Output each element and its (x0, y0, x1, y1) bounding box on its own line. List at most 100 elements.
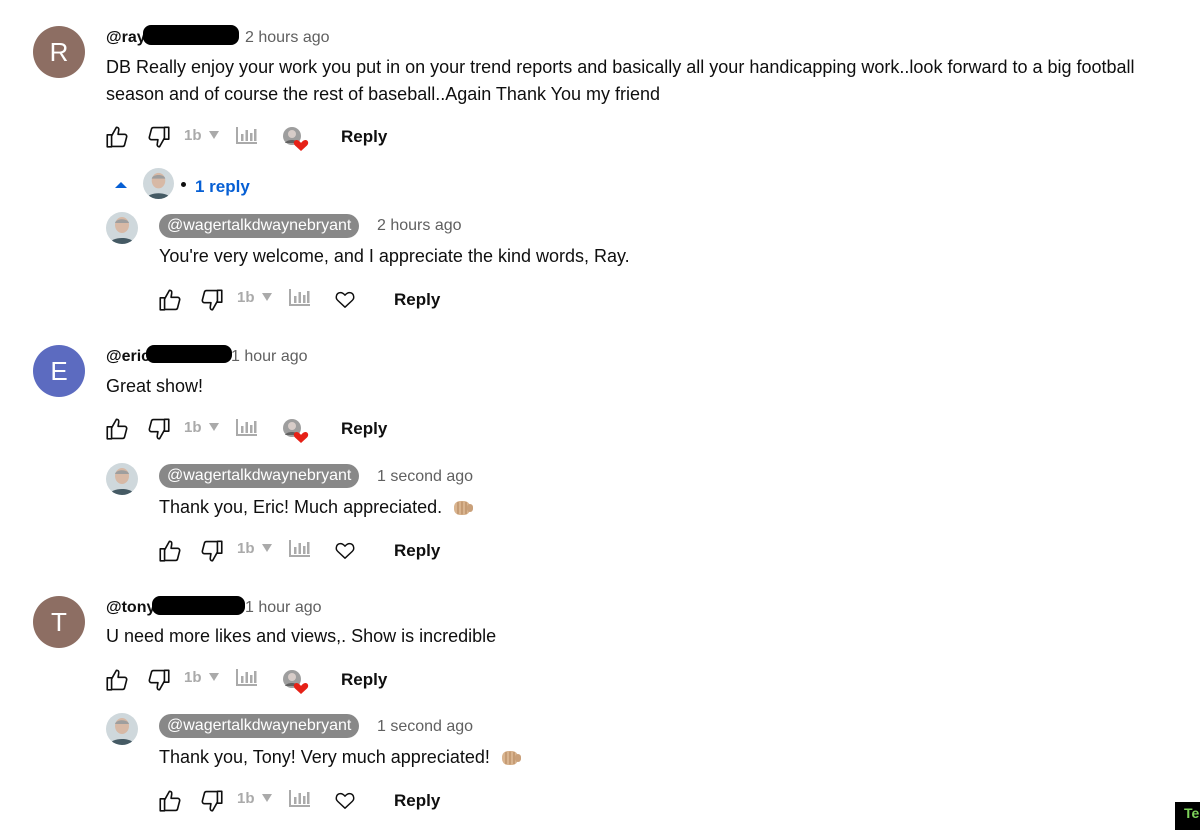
reply-button[interactable]: Reply (341, 127, 387, 147)
thumbs-up-icon (106, 126, 128, 148)
reply-like-button[interactable] (157, 287, 183, 313)
reply-heart-button[interactable] (334, 289, 356, 309)
comment-time[interactable]: 1 hour ago (231, 348, 308, 366)
comment-time[interactable]: 2 hours ago (245, 29, 330, 47)
reply-time[interactable]: 1 second ago (377, 468, 473, 486)
reply-reply-button[interactable]: Reply (394, 791, 440, 811)
comment-time[interactable]: 1 hour ago (245, 599, 322, 617)
tubebuddy-button[interactable]: 1b (184, 418, 224, 436)
svg-text:1b: 1b (184, 419, 202, 436)
reply-dislike-button[interactable] (199, 287, 225, 313)
analytics-icon (289, 289, 310, 306)
creator-heart[interactable] (282, 669, 310, 695)
replies-toggle[interactable]: 1 reply (195, 177, 250, 197)
avatar-eric[interactable]: E (33, 345, 85, 397)
creator-handle-chip[interactable]: @wagertalkdwaynebryant (159, 714, 360, 738)
like-button[interactable] (104, 124, 130, 150)
creator-heart[interactable] (282, 126, 310, 152)
analytics-button[interactable] (235, 125, 259, 145)
comment-handle[interactable]: @eric (106, 348, 150, 366)
svg-text:1b: 1b (237, 289, 255, 306)
dislike-button[interactable] (146, 416, 172, 442)
avatar-tony[interactable]: T (33, 596, 85, 648)
analytics-button[interactable] (235, 417, 259, 437)
thumbs-down-icon (201, 540, 223, 562)
svg-text:1b: 1b (184, 669, 202, 686)
reply-avatar[interactable] (106, 713, 138, 745)
reply-button[interactable]: Reply (341, 670, 387, 690)
fist-bump-emoji (501, 751, 521, 766)
reply-reply-button[interactable]: Reply (394, 290, 440, 310)
reply-text-row: Thank you, Eric! Much appreciated. (159, 494, 474, 521)
tubebuddy-icon: 1b (184, 669, 219, 686)
comment-handle[interactable]: @tony (106, 599, 155, 617)
redaction-mark (143, 25, 239, 45)
avatar-ray[interactable]: R (33, 26, 85, 78)
like-button[interactable] (104, 416, 130, 442)
comment-text-line-1: U need more likes and views,. Show is in… (106, 626, 497, 646)
corner-badge[interactable]: Te (1175, 802, 1200, 830)
analytics-icon (289, 790, 310, 807)
tubebuddy-icon: 1b (237, 790, 272, 807)
thumbs-up-icon (159, 540, 181, 562)
creator-heart-icon (283, 419, 309, 443)
reply-avatar[interactable] (106, 463, 138, 495)
reply-tubebuddy-button[interactable]: 1b (237, 789, 277, 807)
thumbs-up-icon (106, 669, 128, 691)
analytics-icon (236, 669, 257, 686)
heart-outline-icon (335, 792, 355, 809)
tubebuddy-icon: 1b (237, 289, 272, 306)
comment-text-line-1: Great show! (106, 376, 204, 396)
tubebuddy-icon: 1b (237, 540, 272, 557)
reply-like-button[interactable] (157, 538, 183, 564)
reply-tubebuddy-button[interactable]: 1b (237, 539, 277, 557)
analytics-button[interactable] (235, 667, 259, 687)
reply-analytics-button[interactable] (288, 287, 312, 307)
like-button[interactable] (104, 667, 130, 693)
creator-heart-icon (283, 127, 309, 151)
reply-time[interactable]: 2 hours ago (377, 217, 462, 235)
comment-text-line-2: season and of course the rest of basebal… (106, 84, 661, 104)
thumbs-down-icon (148, 669, 170, 691)
creator-handle-chip[interactable]: @wagertalkdwaynebryant (159, 464, 360, 488)
creator-handle-chip[interactable]: @wagertalkdwaynebryant (159, 214, 360, 238)
analytics-icon (236, 419, 257, 436)
replier-avatar (143, 168, 174, 199)
reply-text: Thank you, Eric! Much appreciated. (159, 497, 443, 517)
tubebuddy-icon: 1b (184, 419, 219, 436)
dislike-button[interactable] (146, 124, 172, 150)
tubebuddy-button[interactable]: 1b (184, 126, 224, 144)
redaction-mark (146, 345, 232, 363)
reply-avatar[interactable] (106, 212, 138, 244)
reply-dislike-button[interactable] (199, 538, 225, 564)
analytics-icon (236, 127, 257, 144)
thumbs-up-icon (106, 418, 128, 440)
reply-time[interactable]: 1 second ago (377, 718, 473, 736)
reply-tubebuddy-button[interactable]: 1b (237, 288, 277, 306)
creator-avatar-image (106, 212, 138, 244)
reply-button[interactable]: Reply (341, 419, 387, 439)
svg-text:1b: 1b (237, 540, 255, 557)
reply-text-row: Thank you, Tony! Very much appreciated! (159, 744, 522, 771)
comment-handle[interactable]: @ray (106, 29, 146, 47)
reply-analytics-button[interactable] (288, 538, 312, 558)
avatar-letter: E (50, 355, 68, 386)
reply-heart-button[interactable] (334, 790, 356, 810)
reply-heart-button[interactable] (334, 540, 356, 560)
reply-analytics-button[interactable] (288, 788, 312, 808)
thumbs-down-icon (201, 289, 223, 311)
creator-heart[interactable] (282, 418, 310, 444)
heart-outline-icon (335, 542, 355, 559)
separator-dot (181, 182, 186, 187)
reply-like-button[interactable] (157, 788, 183, 814)
creator-avatar-image (143, 168, 174, 199)
redaction-mark (152, 596, 245, 615)
svg-text:1b: 1b (184, 127, 202, 144)
tubebuddy-button[interactable]: 1b (184, 668, 224, 686)
heart-outline-icon (335, 291, 355, 308)
collapse-replies-button[interactable] (114, 180, 128, 190)
thumbs-down-icon (201, 790, 223, 812)
reply-reply-button[interactable]: Reply (394, 541, 440, 561)
reply-dislike-button[interactable] (199, 788, 225, 814)
dislike-button[interactable] (146, 667, 172, 693)
